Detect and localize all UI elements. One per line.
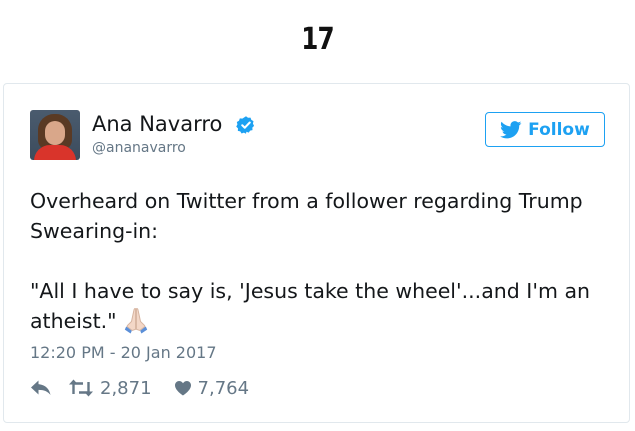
like-button[interactable]: 7,764 <box>174 377 250 399</box>
tweet-text: Overheard on Twitter from a follower reg… <box>30 189 590 333</box>
praying-hands-emoji <box>124 307 147 334</box>
retweet-count: 2,871 <box>100 377 152 399</box>
tweet-actions: 2,871 7,764 <box>30 376 249 400</box>
avatar[interactable] <box>30 110 80 160</box>
reply-button[interactable] <box>30 379 52 397</box>
verified-badge-icon <box>236 116 255 134</box>
author-name[interactable]: Ana Navarro <box>92 112 222 136</box>
retweet-icon <box>69 379 93 397</box>
list-rank-number: 17 <box>301 22 334 57</box>
tweet-text-container: Overheard on Twitter from a follower reg… <box>30 186 610 336</box>
twitter-bird-icon <box>500 120 522 138</box>
heart-icon <box>174 381 191 396</box>
tweet-timestamp[interactable]: 12:20 PM - 20 Jan 2017 <box>30 343 217 362</box>
like-count: 7,764 <box>197 377 250 399</box>
author-handle[interactable]: @ananavarro <box>92 140 186 156</box>
reply-icon <box>31 380 51 395</box>
tweet-card: Ana Navarro @ananavarro Follow Overheard… <box>3 83 630 423</box>
follow-label: Follow <box>528 119 590 140</box>
retweet-button[interactable]: 2,871 <box>68 378 152 399</box>
follow-button[interactable]: Follow <box>485 112 605 147</box>
